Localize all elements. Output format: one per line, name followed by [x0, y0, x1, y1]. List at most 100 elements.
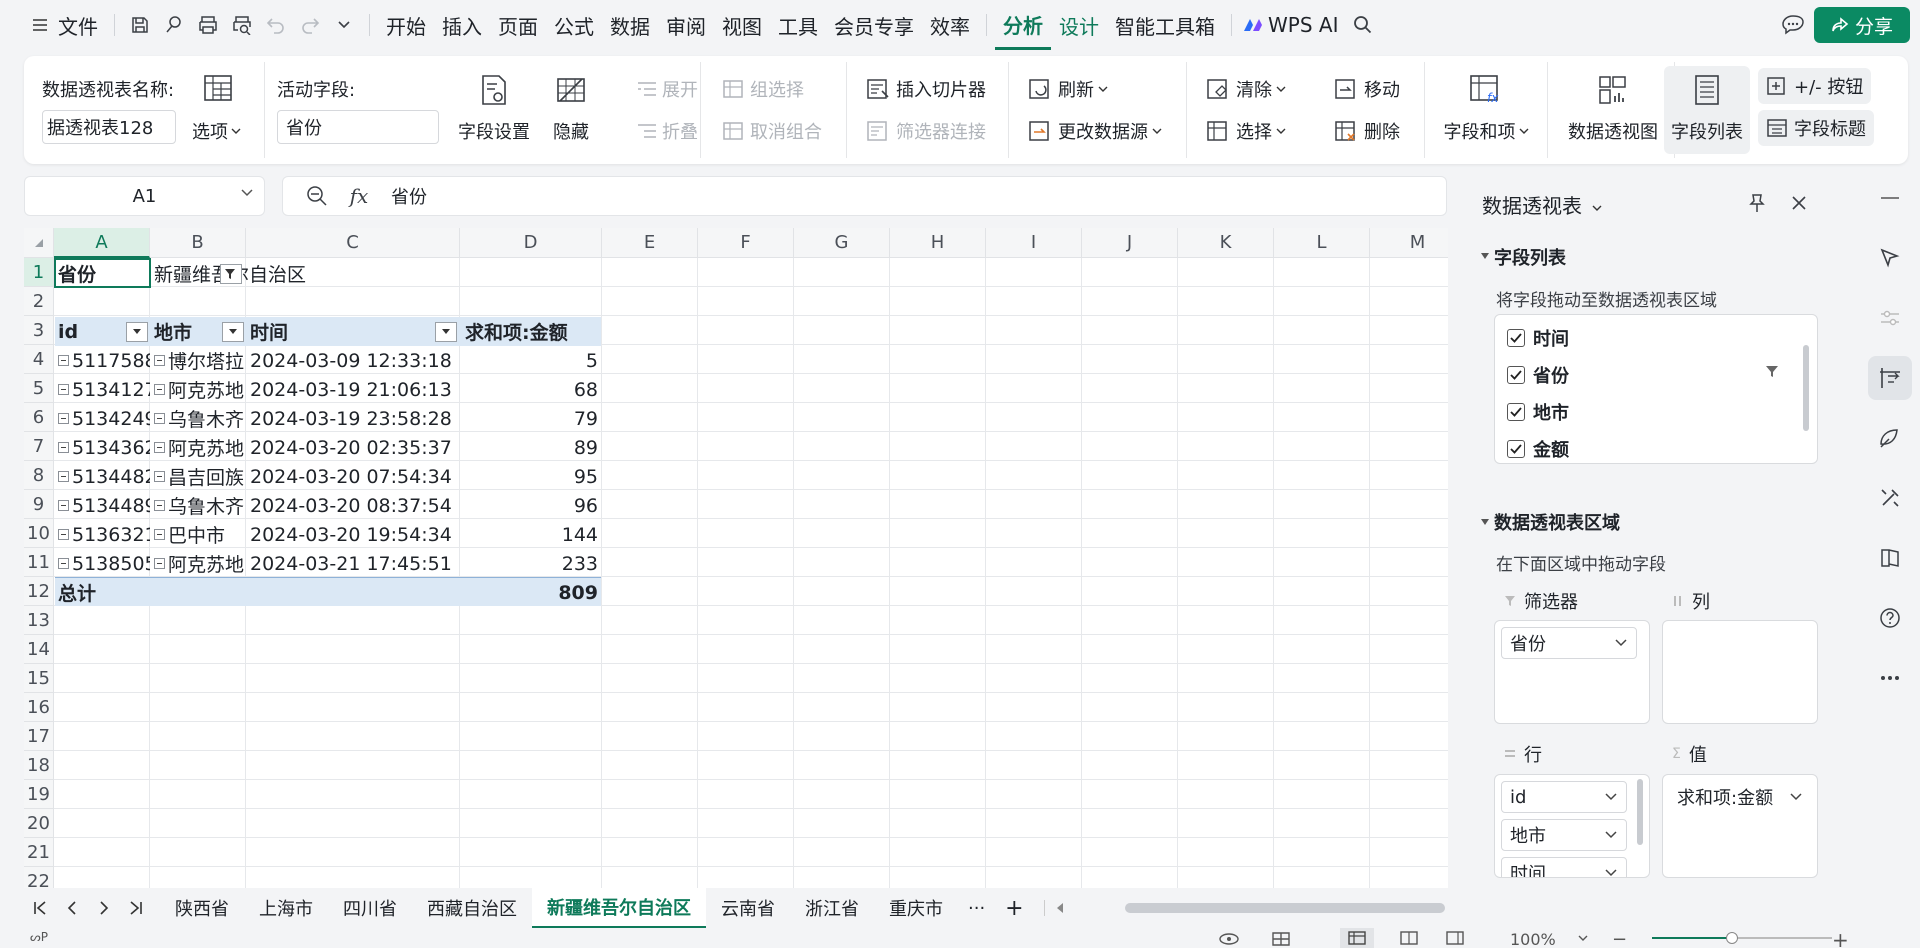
sheet-tab[interactable]: 四川省 — [328, 888, 412, 928]
tab-review[interactable]: 审阅 — [658, 11, 714, 40]
amount-cell[interactable]: 68 — [460, 375, 601, 404]
select-button[interactable]: 选择 — [1206, 118, 1286, 144]
row-header-22[interactable]: 22 — [24, 867, 54, 888]
sheet-tab[interactable]: 西藏自治区 — [412, 888, 532, 928]
time-cell[interactable]: 2024-03-20 02:35:37 — [247, 433, 459, 462]
active-field-input[interactable]: 省份 — [277, 110, 439, 144]
row-field-pill[interactable]: id — [1501, 781, 1627, 813]
fields-items-button[interactable]: fx 字段和项 — [1436, 70, 1536, 144]
expand-button[interactable]: 展开 — [636, 76, 698, 102]
ungroup-button[interactable]: 取消组合 — [722, 118, 822, 144]
search-icon[interactable] — [1346, 8, 1380, 42]
row-header-10[interactable]: 10 — [24, 519, 54, 548]
column-header-h[interactable]: H — [890, 228, 986, 258]
zoom-level[interactable]: 100% — [1510, 930, 1556, 948]
collapse-toggle-icon[interactable] — [154, 529, 165, 540]
change-source-button[interactable]: 更改数据源 — [1028, 118, 1162, 144]
row-header-9[interactable]: 9 — [24, 490, 54, 519]
sheet-tab[interactable]: 陕西省 — [160, 888, 244, 928]
amount-cell[interactable]: 95 — [460, 462, 601, 491]
amount-cell[interactable]: 144 — [460, 520, 601, 549]
zoom-out-button[interactable]: − — [1612, 929, 1627, 948]
tools-icon[interactable] — [1868, 476, 1912, 520]
sheet-tab[interactable]: 浙江省 — [790, 888, 874, 928]
total-value-cell[interactable]: 809 — [460, 578, 601, 607]
sheet-tab[interactable]: 重庆市 — [874, 888, 958, 928]
help-icon[interactable] — [1868, 596, 1912, 640]
id-cell[interactable]: 5138505 — [55, 549, 150, 578]
tab-formula[interactable]: 公式 — [546, 11, 602, 40]
row-header-15[interactable]: 15 — [24, 664, 54, 693]
collapse-toggle-icon[interactable] — [154, 558, 165, 569]
wps-ai-icon[interactable] — [1240, 8, 1266, 42]
amount-cell[interactable]: 89 — [460, 433, 601, 462]
time-cell[interactable]: 2024-03-21 17:45:51 — [247, 549, 459, 578]
undo-icon[interactable] — [259, 8, 293, 42]
id-cell[interactable]: 5134127 — [55, 375, 150, 404]
book-icon[interactable] — [1868, 536, 1912, 580]
tab-data[interactable]: 数据 — [602, 11, 658, 40]
collapse-toggle-icon[interactable] — [58, 500, 69, 511]
row-header-20[interactable]: 20 — [24, 809, 54, 838]
page-break-icon[interactable] — [1446, 931, 1464, 945]
collapse-button[interactable]: 折叠 — [636, 118, 698, 144]
chevron-down-icon[interactable] — [1578, 934, 1588, 942]
row-header-17[interactable]: 17 — [24, 722, 54, 751]
refresh-button[interactable]: 刷新 — [1028, 76, 1108, 102]
header-sum-amount[interactable]: 求和项:金额 — [460, 317, 601, 346]
id-cell[interactable]: 5134249 — [55, 404, 150, 433]
name-box[interactable]: A1 — [24, 176, 265, 216]
collapse-toggle-icon[interactable] — [58, 384, 69, 395]
tab-view[interactable]: 视图 — [714, 11, 770, 40]
tab-page[interactable]: 页面 — [490, 11, 546, 40]
group-select-button[interactable]: 组选择 — [722, 76, 804, 102]
row-header-1[interactable]: 1 — [24, 258, 54, 287]
sheet-tab[interactable]: 上海市 — [244, 888, 328, 928]
prev-sheet-icon[interactable] — [56, 888, 88, 928]
checkbox-checked-icon[interactable] — [1507, 440, 1525, 458]
delete-button[interactable]: 删除 — [1334, 118, 1400, 144]
zoom-formula-icon[interactable] — [295, 185, 339, 207]
amount-cell[interactable]: 5 — [460, 346, 601, 375]
filter-value-cell[interactable]: 新疆维吾尔自治区 — [151, 259, 451, 288]
row-header-5[interactable]: 5 — [24, 374, 54, 403]
id-cell[interactable]: 5134489 — [55, 491, 150, 520]
spreadsheet-grid[interactable]: ABCDEFGHIJKLM 1 2 3 4 5 6 7 8 9 10 11 12 13 14 15 16 17 1… — [24, 228, 1448, 888]
time-cell[interactable]: 2024-03-20 08:37:54 — [247, 491, 459, 520]
collapse-toggle-icon[interactable] — [58, 413, 69, 424]
filter-field-pill[interactable]: 省份 — [1501, 627, 1637, 659]
column-header-f[interactable]: F — [698, 228, 794, 258]
pivot-panel-icon[interactable] — [1868, 356, 1912, 400]
formula-input[interactable]: 省份 — [391, 183, 427, 209]
column-header-g[interactable]: G — [794, 228, 890, 258]
section-collapse-icon[interactable] — [1480, 518, 1490, 526]
quick-access-dropdown-icon[interactable] — [327, 8, 361, 42]
row-header-6[interactable]: 6 — [24, 403, 54, 432]
hamburger-icon[interactable] — [30, 8, 50, 42]
fx-icon[interactable]: fx — [339, 184, 379, 208]
collapse-toggle-icon[interactable] — [58, 471, 69, 482]
next-sheet-icon[interactable] — [88, 888, 120, 928]
time-cell[interactable]: 2024-03-19 21:06:13 — [247, 375, 459, 404]
more-icon[interactable] — [1868, 656, 1912, 700]
move-button[interactable]: 移动 — [1334, 76, 1400, 102]
tab-home[interactable]: 开始 — [378, 11, 434, 40]
value-area-box[interactable]: 求和项:金额 — [1662, 774, 1818, 878]
normal-view-button[interactable] — [1340, 928, 1374, 948]
tab-analyze[interactable]: 分析 — [995, 0, 1051, 50]
row-header-8[interactable]: 8 — [24, 461, 54, 490]
options-button[interactable]: 选项 — [192, 118, 241, 144]
id-cell[interactable]: 5117588 — [55, 346, 150, 375]
select-all-corner[interactable] — [24, 228, 54, 258]
id-cell[interactable]: 5134362 — [55, 433, 150, 462]
eye-protection-icon[interactable] — [1218, 932, 1240, 946]
print-icon[interactable] — [191, 8, 225, 42]
city-cell[interactable]: 博尔塔拉 — [151, 346, 246, 375]
hide-button[interactable]: 隐藏 — [546, 70, 596, 144]
column-header-d[interactable]: D — [460, 228, 602, 258]
collapse-toggle-icon[interactable] — [154, 384, 165, 395]
field-item-amount[interactable]: 金额 — [1507, 436, 1569, 462]
share-button[interactable]: 分享 — [1814, 7, 1910, 43]
field-item-time[interactable]: 时间 — [1507, 325, 1569, 351]
collapse-toggle-icon[interactable] — [154, 355, 165, 366]
